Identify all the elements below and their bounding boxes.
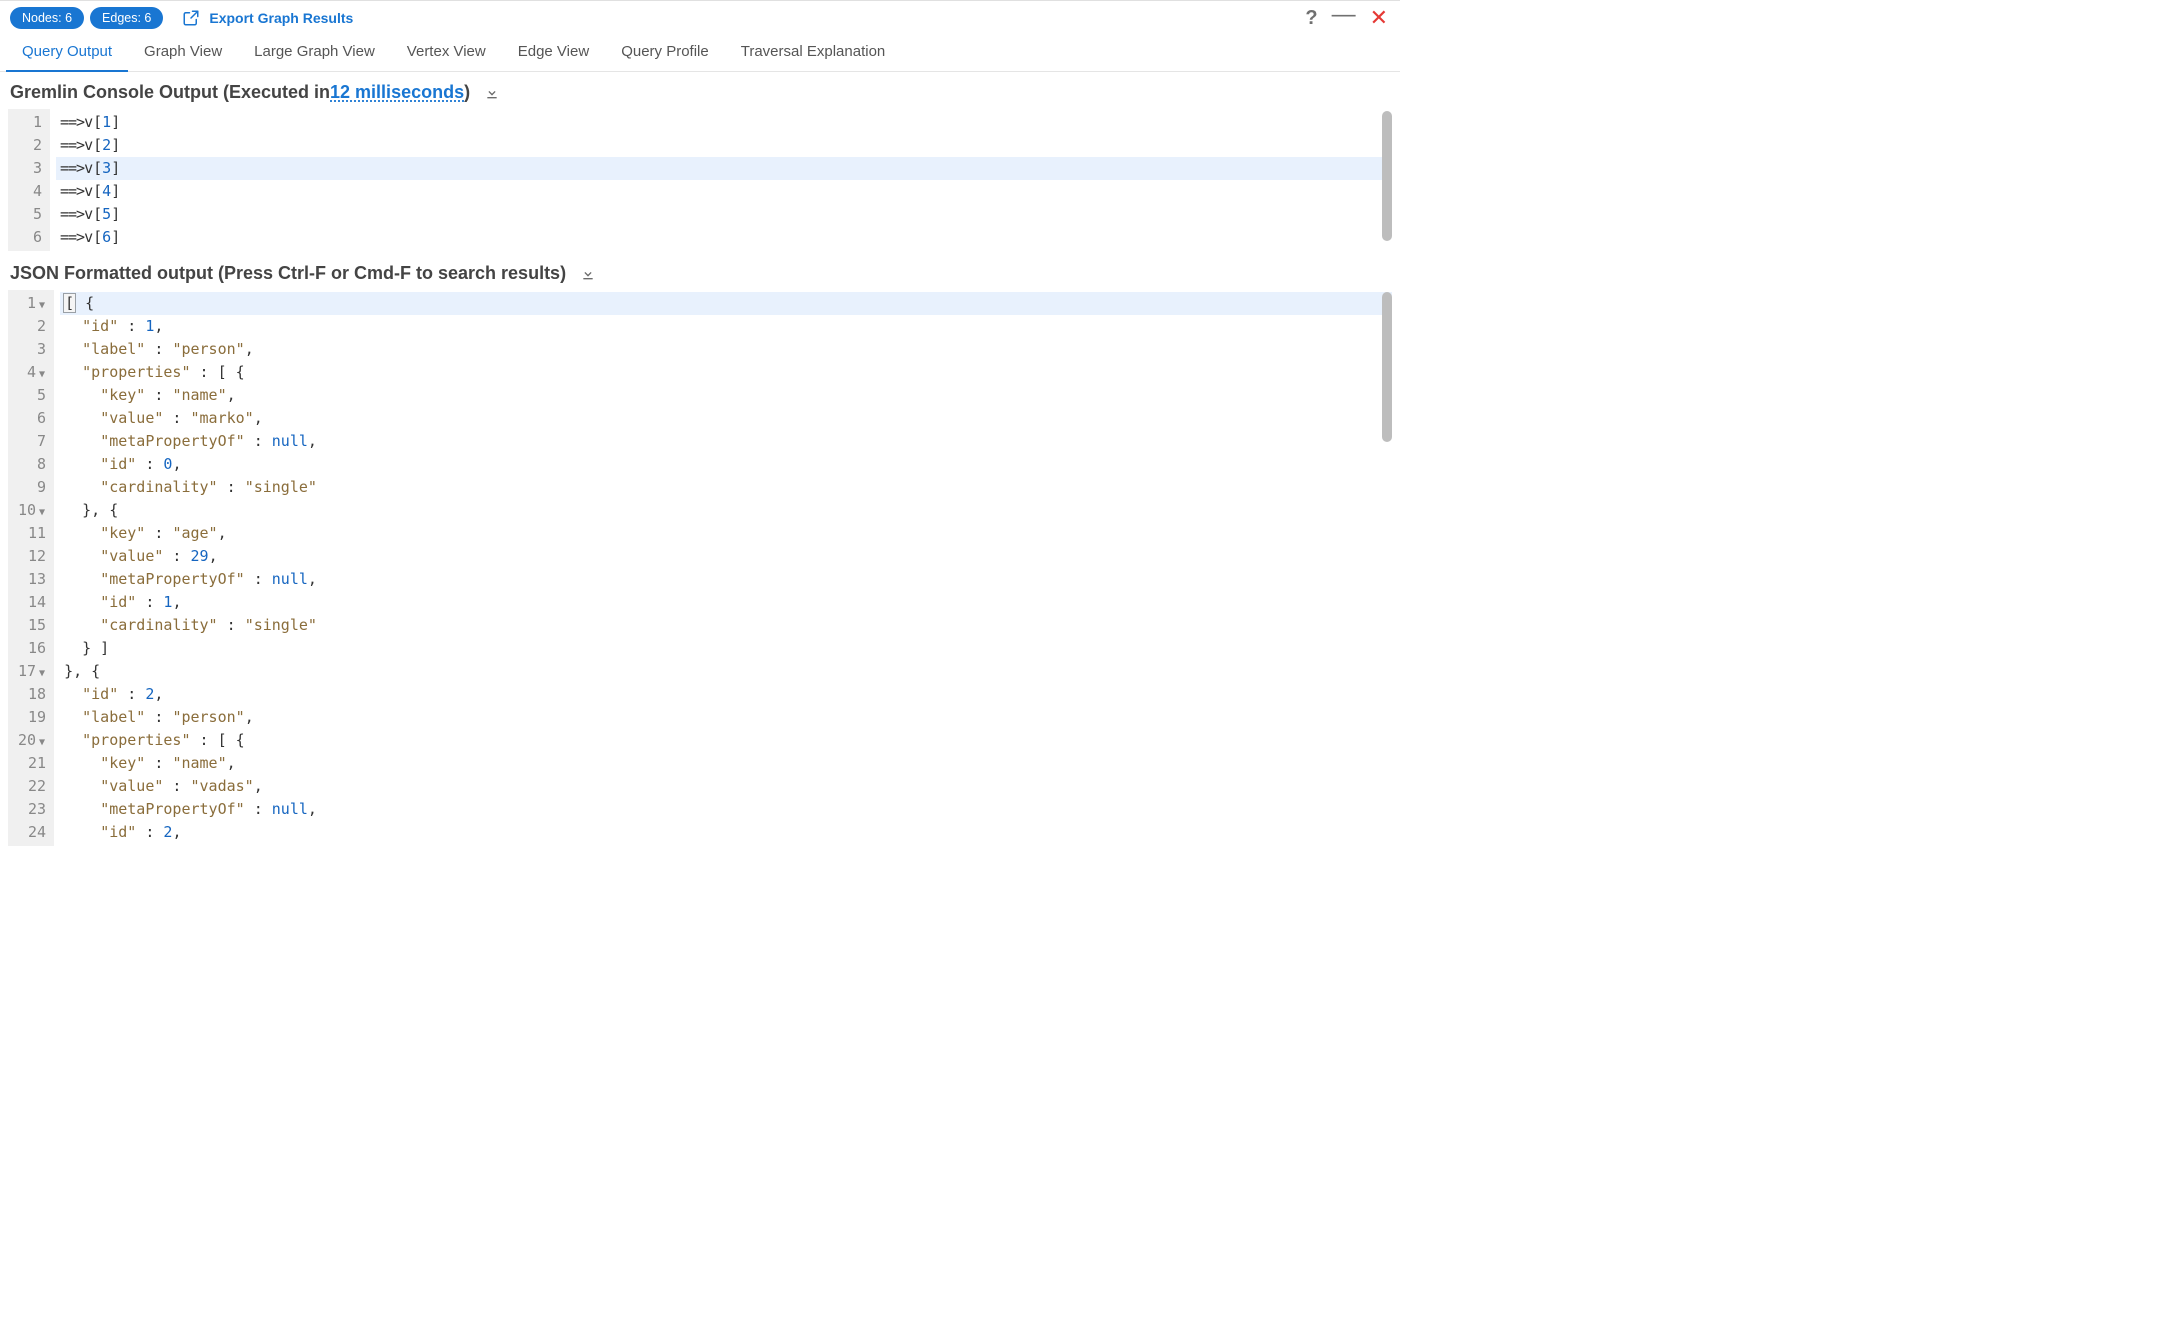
download-json-icon[interactable]	[580, 266, 596, 282]
json-scrollbar[interactable]	[1382, 292, 1392, 848]
json-line[interactable]: "metaPropertyOf" : null,	[60, 798, 1392, 821]
json-line[interactable]: }, {	[60, 499, 1392, 522]
tab-edge-view[interactable]: Edge View	[502, 35, 605, 71]
download-console-icon[interactable]	[484, 85, 500, 101]
console-title-prefix: Gremlin Console Output (Executed in	[10, 82, 330, 103]
console-output-pane[interactable]: 123456 ==>v[1]==>v[2]==>v[3]==>v[4]==>v[…	[8, 109, 1392, 253]
json-line[interactable]: "id" : 2,	[60, 683, 1392, 706]
json-line[interactable]: "value" : "vadas",	[60, 775, 1392, 798]
console-line[interactable]: ==>v[1]	[56, 111, 1392, 134]
json-line[interactable]: "value" : 29,	[60, 545, 1392, 568]
console-title-suffix: )	[464, 82, 470, 103]
json-line[interactable]: "metaPropertyOf" : null,	[60, 430, 1392, 453]
export-graph-results-link[interactable]: Export Graph Results	[181, 9, 353, 27]
json-line[interactable]: "id" : 0,	[60, 453, 1392, 476]
json-line[interactable]: "properties" : [ {	[60, 361, 1392, 384]
json-body[interactable]: [ { "id" : 1, "label" : "person", "prope…	[54, 290, 1392, 846]
tab-traversal-explanation[interactable]: Traversal Explanation	[725, 35, 902, 71]
json-line[interactable]: "metaPropertyOf" : null,	[60, 568, 1392, 591]
edges-pill[interactable]: Edges: 6	[90, 7, 163, 29]
json-title: JSON Formatted output (Press Ctrl-F or C…	[10, 263, 566, 284]
console-line[interactable]: ==>v[5]	[56, 203, 1392, 226]
console-line[interactable]: ==>v[3]	[56, 157, 1392, 180]
console-line[interactable]: ==>v[4]	[56, 180, 1392, 203]
json-line[interactable]: "id" : 2,	[60, 821, 1392, 844]
tab-graph-view[interactable]: Graph View	[128, 35, 238, 71]
json-line[interactable]: "cardinality" : "single"	[60, 614, 1392, 637]
json-line[interactable]: "id" : 1,	[60, 591, 1392, 614]
json-line[interactable]: "value" : "marko",	[60, 407, 1392, 430]
json-line[interactable]: [ {	[60, 292, 1392, 315]
execution-time-link[interactable]: 12 milliseconds	[330, 82, 464, 103]
json-line[interactable]: "properties" : [ {	[60, 729, 1392, 752]
json-line[interactable]: "key" : "name",	[60, 384, 1392, 407]
json-line[interactable]: "key" : "age",	[60, 522, 1392, 545]
tab-vertex-view[interactable]: Vertex View	[391, 35, 502, 71]
help-icon[interactable]: ?	[1305, 7, 1317, 30]
tab-query-profile[interactable]: Query Profile	[605, 35, 725, 71]
console-gutter: 123456	[8, 109, 50, 251]
close-icon[interactable]: ✕	[1370, 5, 1388, 31]
json-line[interactable]: "label" : "person",	[60, 338, 1392, 361]
export-label: Export Graph Results	[209, 10, 353, 26]
json-line[interactable]: "key" : "name",	[60, 752, 1392, 775]
json-line[interactable]: "cardinality" : "single"	[60, 476, 1392, 499]
json-line[interactable]: "id" : 1,	[60, 315, 1392, 338]
json-output-header: JSON Formatted output (Press Ctrl-F or C…	[0, 253, 1400, 290]
results-toolbar: Nodes: 6 Edges: 6 Export Graph Results ?…	[0, 0, 1400, 35]
json-output-pane[interactable]: 1▼234▼5678910▼11121314151617▼181920▼2122…	[8, 290, 1392, 850]
tab-query-output[interactable]: Query Output	[6, 35, 128, 72]
json-line[interactable]: } ]	[60, 637, 1392, 660]
console-scrollbar[interactable]	[1382, 111, 1392, 251]
json-gutter: 1▼234▼5678910▼11121314151617▼181920▼2122…	[8, 290, 54, 846]
console-output-header: Gremlin Console Output (Executed in 12 m…	[0, 72, 1400, 109]
export-icon	[181, 9, 201, 27]
console-body[interactable]: ==>v[1]==>v[2]==>v[3]==>v[4]==>v[5]==>v[…	[50, 109, 1392, 251]
tab-large-graph-view[interactable]: Large Graph View	[238, 35, 391, 71]
nodes-pill[interactable]: Nodes: 6	[10, 7, 84, 29]
console-line[interactable]: ==>v[6]	[56, 226, 1392, 249]
result-tabs: Query OutputGraph ViewLarge Graph ViewVe…	[0, 35, 1400, 72]
json-line[interactable]: "label" : "person",	[60, 706, 1392, 729]
console-line[interactable]: ==>v[2]	[56, 134, 1392, 157]
window-controls: ? — ✕	[1305, 5, 1388, 31]
json-line[interactable]: }, {	[60, 660, 1392, 683]
minimize-icon[interactable]: —	[1332, 10, 1356, 20]
